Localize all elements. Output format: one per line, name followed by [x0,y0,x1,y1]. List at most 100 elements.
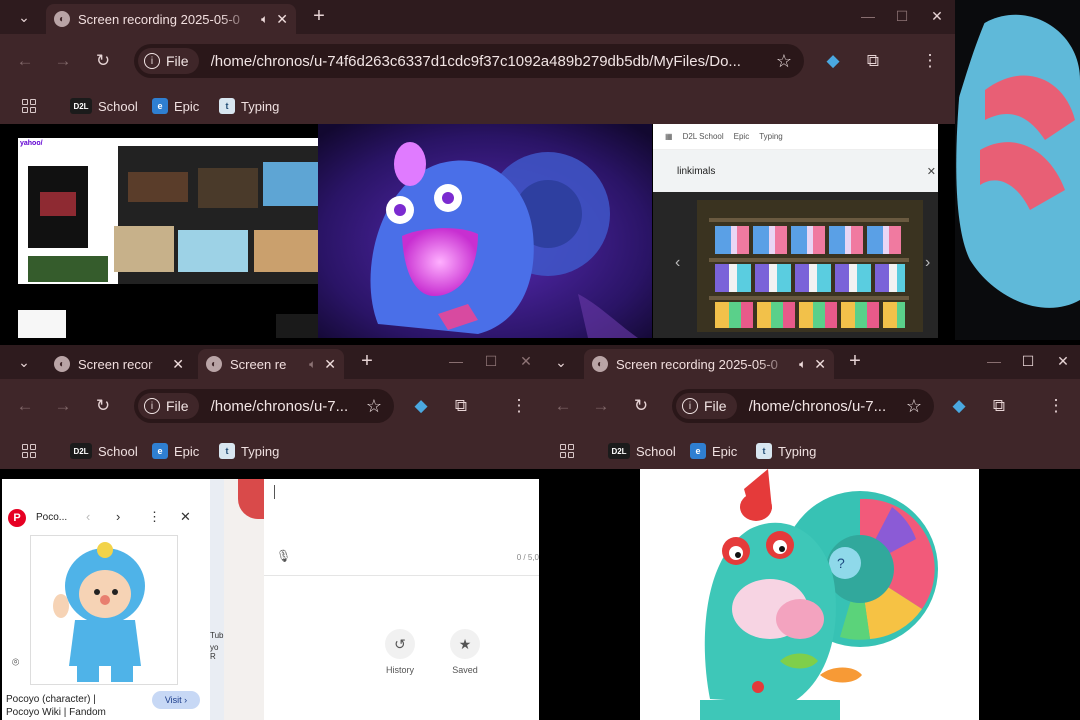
close-tab-icon[interactable]: ✕ [814,356,826,373]
forward-button[interactable]: → [50,393,76,419]
site-info-chip[interactable]: i File [138,393,199,419]
partial-text: Tub [210,631,224,640]
tab-screen-recording[interactable]: ◐ Screen recording 2025-05-0 🔈︎ ✕ [584,349,834,379]
forward-button[interactable]: → [588,393,614,419]
new-tab-button[interactable]: + [356,350,378,372]
new-tab-button[interactable]: + [844,350,866,372]
maximize-button[interactable]: ☐ [480,350,502,372]
bookmark-school[interactable]: D2L School [70,98,138,114]
close-window-button[interactable]: ✕ [515,350,537,372]
file-chip-label: File [704,398,727,414]
bookmark-typing[interactable]: t Typing [219,443,279,459]
forward-button[interactable]: → [50,48,76,74]
site-info-chip[interactable]: i File [676,393,737,419]
yahoo-logo: yahoo/ [20,140,43,147]
maximize-button[interactable]: ☐ [1017,350,1039,372]
menu-kebab-icon[interactable]: ⋮ [1043,393,1069,419]
history-label: History [385,665,414,675]
reload-button[interactable]: ↻ [90,393,116,419]
close-tab-icon[interactable]: ✕ [276,11,288,28]
close-tab-icon[interactable]: ✕ [324,356,336,373]
menu-kebab-icon[interactable]: ⋮ [917,48,943,74]
saved-star-icon: ★ [450,629,480,659]
bookmark-star-icon[interactable]: ☆ [906,396,922,417]
close-window-button[interactable]: ✕ [1052,350,1074,372]
extensions-puzzle-icon[interactable]: ⧉ [860,48,886,74]
close-panel-icon[interactable]: ✕ [180,509,191,525]
info-icon: i [682,398,698,414]
back-button[interactable]: ← [12,393,38,419]
tab-search-icon[interactable]: ⌄ [13,6,35,28]
bookmark-epic[interactable]: e Epic [152,443,199,459]
tab-screen-recording-1[interactable]: ◐ Screen recor ✕ [46,349,192,379]
bookmark-label: School [98,98,138,114]
tab-screen-recording-2[interactable]: ◐ Screen re 🔈︎ ✕ [198,349,344,379]
more-options-icon[interactable]: ⋮ [148,509,161,525]
tab-strip: ⌄ ◐ Screen recor ✕ ◐ Screen re 🔈︎ ✕ + — … [0,345,540,379]
prev-result-icon[interactable]: ‹ [86,509,90,524]
tab-strip: ⌄ ◐ Screen recording 2025-05-0 🔈︎ ✕ + — … [0,0,955,34]
result-caption[interactable]: Pocoyo (character) | [6,694,96,705]
tab-screen-recording[interactable]: ◐ Screen recording 2025-05-0 🔈︎ ✕ [46,4,296,34]
reload-button[interactable]: ↻ [628,393,654,419]
apps-icon[interactable] [22,99,36,113]
bookmark-star-icon[interactable]: ☆ [366,396,382,417]
tab-search-icon[interactable]: ⌄ [550,351,572,373]
extension-diamond-icon[interactable]: ◆ [408,393,434,419]
url-text: /home/chronos/u-7... [210,397,349,415]
bookmark-label: School [636,443,676,459]
extensions-puzzle-icon[interactable]: ⧉ [448,393,474,419]
minimize-button[interactable]: — [445,350,467,372]
extension-diamond-icon[interactable]: ◆ [820,48,846,74]
nested-search-box[interactable]: linkimals ✕ [653,150,938,192]
d2l-icon: D2L [70,98,92,114]
globe-icon: ◐ [592,356,608,372]
extensions-puzzle-icon[interactable]: ⧉ [986,393,1012,419]
close-tab-icon[interactable]: ✕ [172,356,184,373]
audio-icon[interactable]: 🔈︎ [261,12,268,27]
minimize-button[interactable]: — [983,350,1005,372]
screen: ⌄ ◐ Screen recording 2025-05-0 🔈︎ ✕ + — … [0,0,1080,720]
new-tab-button[interactable]: + [308,5,330,27]
globe-icon: ◐ [206,356,222,372]
background-page-strip [224,479,264,720]
next-result-icon[interactable]: › [116,509,120,524]
image-side-panel: P Poco... ‹ › ⋮ ✕ ⌾ Pocoyo (character) |… [2,479,210,720]
result-caption-sub: Pocoyo Wiki | Fandom [6,707,106,718]
bookmark-typing[interactable]: t Typing [219,98,279,114]
saved-button[interactable]: ★ Saved [447,629,483,675]
bookmark-star-icon[interactable]: ☆ [776,51,792,72]
minimize-button[interactable]: — [857,5,879,27]
clear-search-icon[interactable]: ✕ [927,165,936,178]
maximize-button[interactable]: ☐ [891,5,913,27]
omnibox[interactable]: i File /home/chronos/u-74f6d263c6337d1cdc… [134,44,804,78]
reload-button[interactable]: ↻ [90,48,116,74]
next-image-icon[interactable]: › [925,254,930,272]
lens-icon[interactable]: ⌾ [12,655,19,670]
back-button[interactable]: ← [12,48,38,74]
close-window-button[interactable]: ✕ [926,5,948,27]
audio-icon[interactable]: 🔈︎ [799,357,806,372]
history-button[interactable]: ↺ History [382,629,418,675]
prev-image-icon[interactable]: ‹ [675,254,680,272]
site-info-chip[interactable]: i File [138,48,199,74]
partial-page-strip: Tub yo R [210,479,224,720]
omnibox[interactable]: i File /home/chronos/u-7... ☆ [134,389,394,423]
bookmark-epic[interactable]: e Epic [690,443,737,459]
extension-diamond-icon[interactable]: ◆ [946,393,972,419]
audio-icon[interactable]: 🔈︎ [309,357,316,372]
bookmark-epic[interactable]: e Epic [152,98,199,114]
apps-icon[interactable] [560,444,574,458]
apps-icon[interactable] [22,444,36,458]
bookmark-typing[interactable]: t Typing [756,443,816,459]
back-button[interactable]: ← [550,393,576,419]
omnibox[interactable]: i File /home/chronos/u-7... ☆ [672,389,934,423]
tab-title: Screen recording 2025-05-0 [78,11,240,27]
bookmark-school[interactable]: D2L School [70,443,138,459]
microphone-icon[interactable]: 🎙︎ [276,549,291,563]
visit-button[interactable]: Visit › [152,691,200,709]
tab-search-icon[interactable]: ⌄ [13,351,35,373]
menu-kebab-icon[interactable]: ⋮ [506,393,532,419]
bookmark-school[interactable]: D2L School [608,443,676,459]
background-art [955,0,1080,340]
